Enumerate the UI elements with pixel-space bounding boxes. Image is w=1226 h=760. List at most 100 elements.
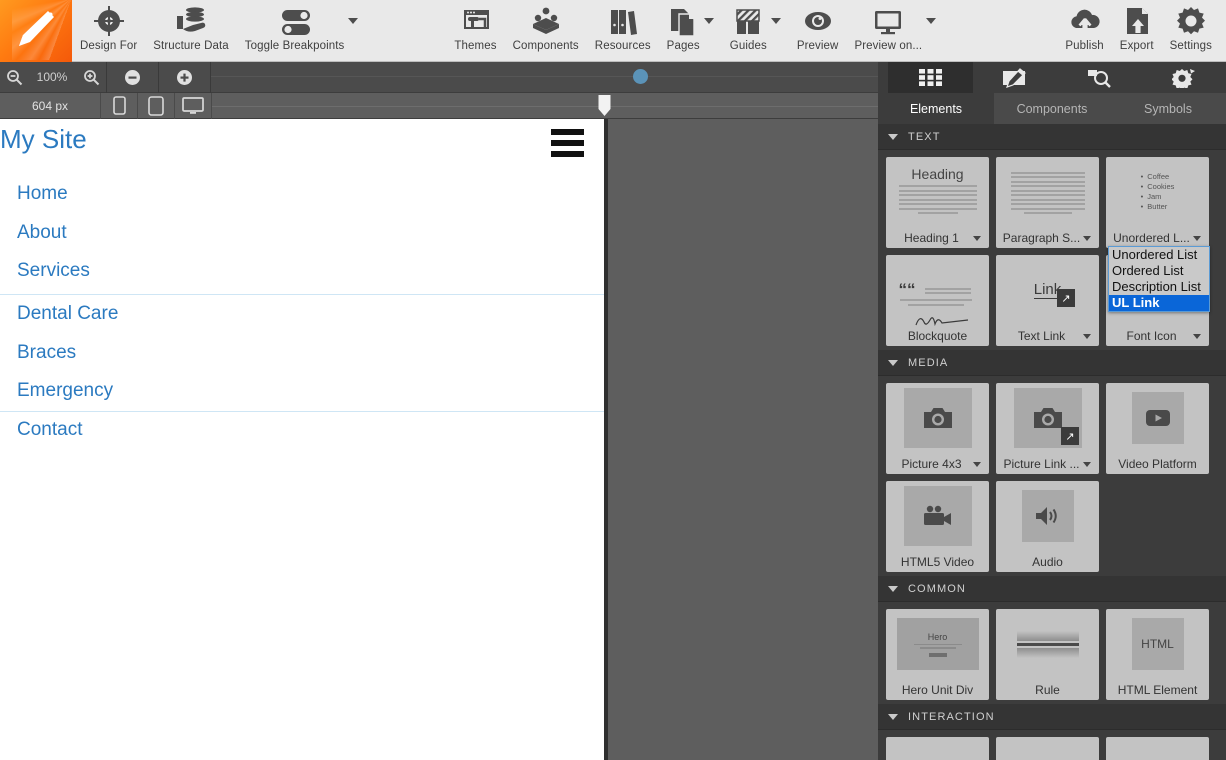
panel-tab-elements-icon-button[interactable] xyxy=(888,62,973,93)
panel-tab-edit-icon-button[interactable] xyxy=(973,62,1058,93)
toolbar-publish-button[interactable]: Publish xyxy=(1057,0,1111,52)
element-tile-hero-unit-div[interactable]: Hero Hero Unit Div xyxy=(886,609,989,700)
chevron-down-icon[interactable] xyxy=(703,18,714,24)
chevron-down-icon[interactable] xyxy=(888,585,898,592)
toolbar-components-button[interactable]: Components xyxy=(505,0,587,52)
tile-label-row[interactable]: Paragraph S... xyxy=(996,227,1099,248)
chevron-down-icon[interactable] xyxy=(888,133,898,140)
section-header-interaction[interactable]: INTERACTION xyxy=(878,704,1226,730)
device-desktop-button[interactable] xyxy=(175,96,211,115)
tile-label-row[interactable]: Unordered L... xyxy=(1106,227,1209,248)
design-canvas[interactable]: My Site Home About Services Dental Care … xyxy=(0,119,878,760)
element-tile-html-element[interactable]: HTML HTML Element xyxy=(1106,609,1209,700)
site-title[interactable]: My Site xyxy=(0,124,604,155)
dropdown-option-ul-link[interactable]: UL Link xyxy=(1109,295,1209,311)
element-tile-picture-link[interactable]: ↗ Picture Link ... xyxy=(996,383,1099,474)
tile-label-row[interactable]: Hero Unit Div xyxy=(886,679,989,700)
element-tile-unordered-list[interactable]: Coffee Cookies Jam Butter Unordered L... xyxy=(1106,157,1209,248)
tile-label-row[interactable]: Audio xyxy=(996,551,1099,572)
tile-label-row[interactable]: HTML Element xyxy=(1106,679,1209,700)
element-tile-blockquote[interactable]: ““ Blockquote xyxy=(886,255,989,346)
chevron-down-icon[interactable] xyxy=(348,18,359,24)
tile-label-row[interactable]: Rule xyxy=(996,679,1099,700)
tile-label-row[interactable]: Blockquote xyxy=(886,325,989,346)
chevron-down-icon[interactable] xyxy=(1083,462,1091,467)
device-phone-button[interactable] xyxy=(101,96,137,115)
section-header-media[interactable]: MEDIA xyxy=(878,350,1226,376)
nav-link[interactable]: About xyxy=(17,222,67,244)
toolbar-resources-button[interactable]: Resources xyxy=(587,0,659,52)
site-preview[interactable]: My Site Home About Services Dental Care … xyxy=(0,119,604,760)
tab-symbols[interactable]: Symbols xyxy=(1110,93,1226,124)
list-type-dropdown-menu[interactable]: Unordered List Ordered List Description … xyxy=(1108,246,1210,312)
tab-elements[interactable]: Elements xyxy=(878,93,994,124)
element-tile-heading1[interactable]: Heading Heading 1 xyxy=(886,157,989,248)
toolbar-structure-data-button[interactable]: Structure Data xyxy=(145,0,237,52)
toolbar-settings-button[interactable]: Settings xyxy=(1162,0,1220,52)
nav-link[interactable]: Dental Care xyxy=(17,303,118,325)
tile-label-row[interactable]: Heading 1 xyxy=(886,227,989,248)
zoom-out-button[interactable] xyxy=(0,62,28,93)
toolbar-themes-button[interactable]: Themes xyxy=(446,0,504,52)
nav-item-braces[interactable]: Braces xyxy=(0,334,604,373)
chevron-down-icon[interactable] xyxy=(1083,334,1091,339)
dropdown-option-description-list[interactable]: Description List xyxy=(1109,279,1209,295)
toolbar-preview-on-button[interactable]: Preview on... xyxy=(846,0,944,52)
chevron-down-icon[interactable] xyxy=(926,18,937,24)
toolbar-toggle-breakpoints-button[interactable]: Toggle Breakpoints xyxy=(237,0,367,52)
chevron-down-icon[interactable] xyxy=(888,713,898,720)
toolbar-pages-button[interactable]: Pages xyxy=(659,0,722,52)
nav-link[interactable]: Services xyxy=(17,260,90,282)
tile-label-row[interactable]: Font Icon xyxy=(1106,325,1209,346)
breakpoint-remove-button[interactable] xyxy=(107,62,158,93)
nav-item-about[interactable]: About xyxy=(0,214,604,253)
element-tile-interaction-3[interactable] xyxy=(1106,737,1209,760)
breakpoint-ruler-track[interactable] xyxy=(212,93,878,119)
element-tile-html5-video[interactable]: HTML5 Video xyxy=(886,481,989,572)
tile-label-row[interactable]: Picture Link ... xyxy=(996,453,1099,474)
panel-tab-settings-icon-button[interactable] xyxy=(1142,62,1226,93)
toolbar-guides-button[interactable]: Guides xyxy=(722,0,789,52)
hamburger-menu-icon[interactable] xyxy=(551,129,584,162)
tab-components[interactable]: Components xyxy=(994,93,1110,124)
chevron-down-icon[interactable] xyxy=(770,18,781,24)
zoom-in-button[interactable] xyxy=(76,62,106,93)
toolbar-export-button[interactable]: Export xyxy=(1112,0,1162,52)
nav-item-emergency[interactable]: Emergency xyxy=(0,372,604,411)
panel-tab-inspect-icon-button[interactable] xyxy=(1057,62,1142,93)
nav-item-services[interactable]: Services xyxy=(0,252,604,291)
nav-link[interactable]: Emergency xyxy=(17,380,113,402)
element-tile-text-link[interactable]: Link ↗ Text Link xyxy=(996,255,1099,346)
dropdown-option-ordered-list[interactable]: Ordered List xyxy=(1109,263,1209,279)
tile-label-row[interactable]: Video Platform xyxy=(1106,453,1209,474)
chevron-down-icon[interactable] xyxy=(1193,236,1201,241)
tile-label-row[interactable]: HTML5 Video xyxy=(886,551,989,572)
element-tile-video-platform[interactable]: Video Platform xyxy=(1106,383,1209,474)
chevron-down-icon[interactable] xyxy=(1083,236,1091,241)
breakpoint-handle[interactable] xyxy=(598,95,611,117)
chevron-down-icon[interactable] xyxy=(973,462,981,467)
nav-item-home[interactable]: Home xyxy=(0,175,604,214)
element-tile-picture-4x3[interactable]: Picture 4x3 xyxy=(886,383,989,474)
chevron-down-icon[interactable] xyxy=(1193,334,1201,339)
section-header-common[interactable]: COMMON xyxy=(878,576,1226,602)
nav-item-contact[interactable]: Contact xyxy=(0,411,604,450)
nav-link[interactable]: Contact xyxy=(17,419,82,441)
chevron-down-icon[interactable] xyxy=(888,359,898,366)
section-header-text[interactable]: TEXT xyxy=(878,124,1226,150)
toolbar-preview-button[interactable]: Preview xyxy=(789,0,847,52)
breakpoint-marker-dot[interactable] xyxy=(633,69,648,84)
tile-label-row[interactable]: Picture 4x3 xyxy=(886,453,989,474)
dropdown-option-unordered-list[interactable]: Unordered List xyxy=(1109,247,1209,263)
nav-item-dental-care[interactable]: Dental Care xyxy=(0,295,604,334)
element-tile-audio[interactable]: Audio xyxy=(996,481,1099,572)
zoom-ruler-track[interactable] xyxy=(211,62,878,93)
element-tile-paragraph[interactable]: Paragraph S... xyxy=(996,157,1099,248)
toolbar-design-for-button[interactable]: Design For xyxy=(72,0,145,52)
device-tablet-button[interactable] xyxy=(138,95,174,116)
element-tile-interaction-1[interactable] xyxy=(886,737,989,760)
chevron-down-icon[interactable] xyxy=(973,236,981,241)
site-sub-nav-list-selected[interactable]: Dental Care Braces Emergency xyxy=(0,294,604,412)
nav-link[interactable]: Home xyxy=(17,183,68,205)
canvas-edge-handle[interactable] xyxy=(604,119,608,760)
